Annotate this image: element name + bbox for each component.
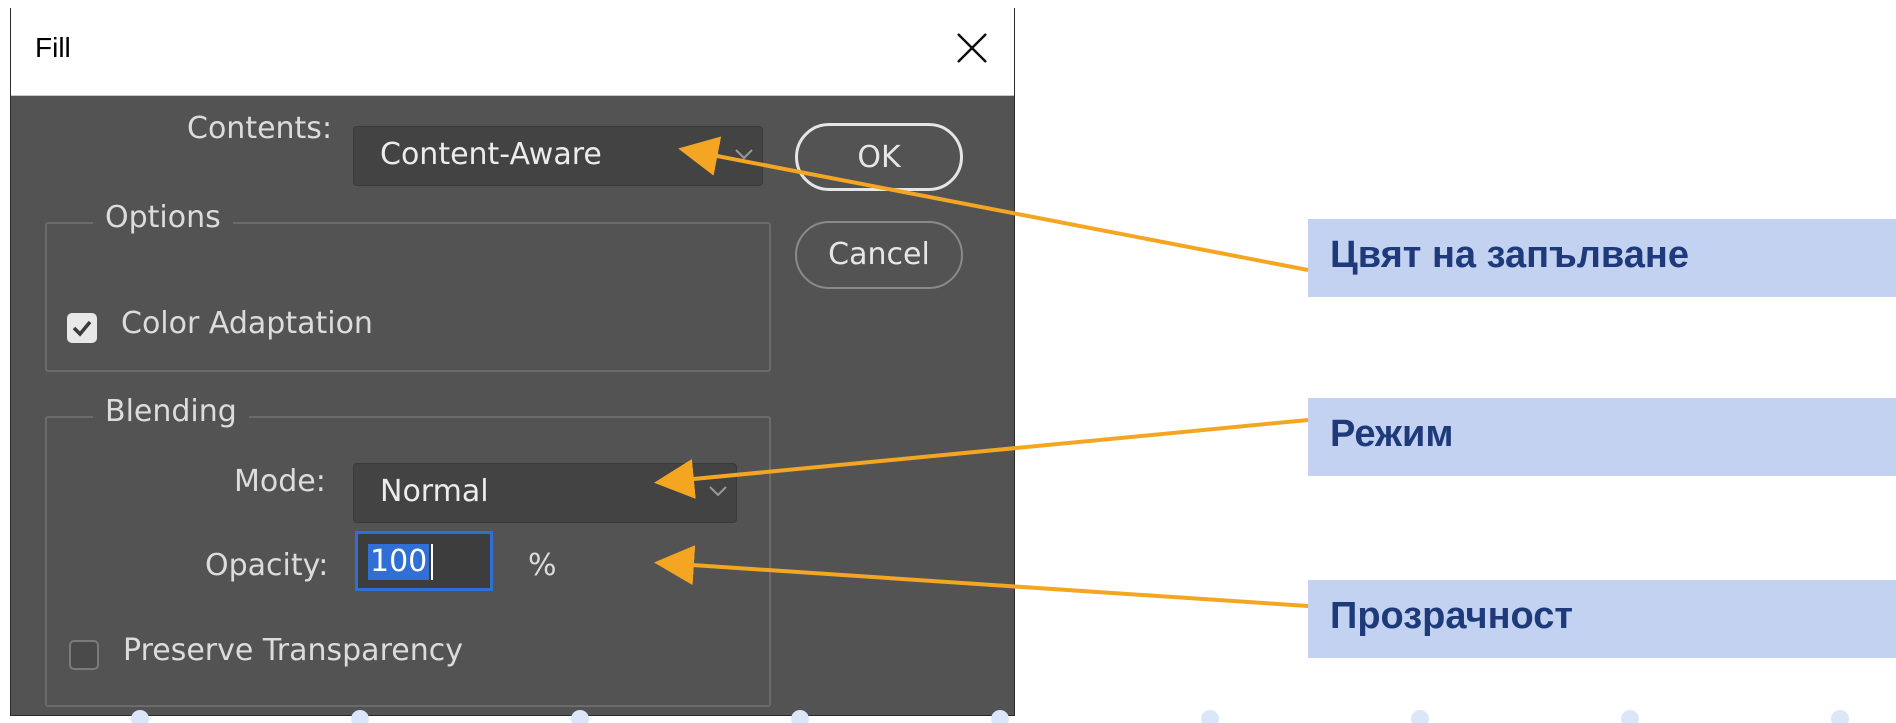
- arrow-fill-color: [678, 136, 1309, 272]
- decorative-dots: [131, 710, 1849, 723]
- arrow-opacity: [654, 545, 1309, 608]
- annotation-arrows: [654, 136, 1309, 608]
- arrow-mode: [654, 418, 1309, 499]
